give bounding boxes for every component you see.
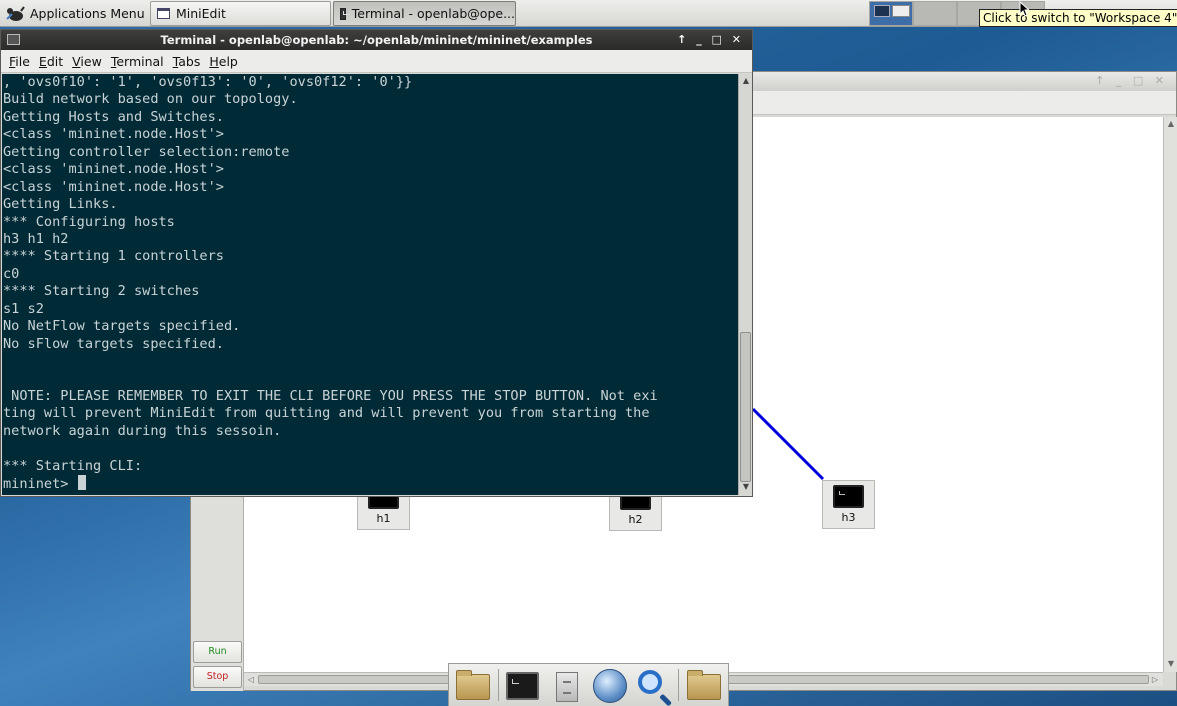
dock-file-manager[interactable] xyxy=(547,666,587,704)
scroll-down-icon[interactable]: ▼ xyxy=(1166,659,1176,669)
scroll-left-icon[interactable]: ◁ xyxy=(245,674,257,685)
menu-help[interactable]: Help xyxy=(209,54,238,69)
canvas-vertical-scrollbar[interactable]: ▲ ▼ xyxy=(1163,117,1177,672)
terminal-line: network again during this sessoin. xyxy=(3,422,282,439)
terminal-line: c0 xyxy=(3,265,20,282)
terminal-line: <class 'mininet.node.Host'> xyxy=(3,161,224,178)
menu-file[interactable]: File xyxy=(9,54,30,69)
host-icon xyxy=(833,485,864,508)
terminal-line: h3 h1 h2 xyxy=(3,230,69,247)
menu-terminal[interactable]: Terminal xyxy=(111,54,164,69)
terminal-line: *** Configuring hosts xyxy=(3,213,175,230)
applications-menu-button[interactable]: Applications Menu xyxy=(3,2,146,25)
scroll-down-icon[interactable]: ▼ xyxy=(741,482,751,492)
network-link[interactable] xyxy=(751,407,851,487)
dock-show-desktop[interactable] xyxy=(453,666,493,704)
home-folder-icon xyxy=(687,670,722,700)
dock-separator xyxy=(497,669,499,701)
terminal-icon xyxy=(340,7,350,20)
dock-search[interactable] xyxy=(634,666,674,704)
shell-prompt: mininet> xyxy=(3,476,77,493)
terminal-output[interactable]: , 'ovs0f10': '1', 'ovs0f13': '0', 'ovs0f… xyxy=(2,74,738,495)
window-icon xyxy=(157,8,170,19)
workspace-2[interactable] xyxy=(913,1,957,26)
terminal-line: No NetFlow targets specified. xyxy=(3,318,241,335)
bottom-dock xyxy=(448,663,729,706)
window-controls[interactable]: ↑ _ □ ✕ xyxy=(677,30,744,50)
taskbar-item-miniedit[interactable]: MiniEdit xyxy=(150,1,331,26)
menu-edit[interactable]: Edit xyxy=(39,54,63,69)
menu-tabs[interactable]: Tabs xyxy=(173,54,201,69)
search-icon xyxy=(637,670,662,694)
taskbar-item-label: MiniEdit xyxy=(176,6,226,21)
terminal-line: Build network based on our topology. xyxy=(3,91,298,108)
terminal-line: Getting Links. xyxy=(3,196,118,213)
terminal-line: **** Starting 2 switches xyxy=(3,283,200,300)
terminal-titlebar[interactable]: Terminal - openlab@openlab: ~/openlab/mi… xyxy=(1,30,752,50)
dock-web-browser[interactable] xyxy=(590,666,630,704)
applications-menu-label: Applications Menu xyxy=(30,6,145,21)
host-node-h3[interactable]: h3 xyxy=(822,480,875,529)
web-browser-icon xyxy=(593,669,628,703)
taskbar-item-terminal[interactable]: Terminal - openlab@ope... xyxy=(333,1,516,26)
run-button[interactable]: Run xyxy=(193,641,242,663)
terminal-line: **** Starting 1 controllers xyxy=(3,248,224,265)
terminal-line: *** Starting CLI: xyxy=(3,457,143,474)
terminal-prompt-line[interactable]: mininet> xyxy=(3,475,738,492)
host-label: h3 xyxy=(841,511,856,524)
top-panel: Applications Menu MiniEdit Terminal - op… xyxy=(0,0,1177,27)
scroll-up-icon[interactable]: ▲ xyxy=(1166,119,1176,129)
terminal-line: Getting controller selection:remote xyxy=(3,143,290,160)
terminal-line: <class 'mininet.node.Host'> xyxy=(3,126,224,143)
terminal-line: ting will prevent MiniEdit from quitting… xyxy=(3,405,650,422)
scroll-up-icon[interactable]: ▲ xyxy=(741,76,751,86)
terminal-line: No sFlow targets specified. xyxy=(3,335,224,352)
workspace-window-thumb xyxy=(874,5,890,17)
host-label: h2 xyxy=(628,513,643,526)
mouse-cursor-icon xyxy=(1019,1,1029,17)
link-line[interactable] xyxy=(751,407,825,481)
host-label: h1 xyxy=(376,512,391,525)
taskbar-item-label: Terminal - openlab@ope... xyxy=(351,6,515,21)
terminal-icon xyxy=(7,34,20,45)
terminal-icon xyxy=(506,672,540,700)
terminal-line: s1 s2 xyxy=(3,300,44,317)
terminal-scrollbar[interactable]: ▲ ▼ xyxy=(738,74,752,495)
stop-button[interactable]: Stop xyxy=(193,666,242,688)
dock-home-folder[interactable] xyxy=(684,666,724,704)
workspace-tooltip: Click to switch to "Workspace 4" xyxy=(979,9,1177,27)
workspace-window-thumb xyxy=(892,5,910,17)
terminal-window: Terminal - openlab@openlab: ~/openlab/mi… xyxy=(0,29,753,497)
window-controls[interactable]: ↑ _ □ ✕ xyxy=(1095,74,1168,87)
scroll-right-icon[interactable]: ▷ xyxy=(1149,674,1161,685)
scrollbar-thumb[interactable] xyxy=(740,332,751,482)
menu-view[interactable]: View xyxy=(72,54,102,69)
terminal-menubar: File Edit View Terminal Tabs Help xyxy=(1,50,752,73)
dock-terminal[interactable] xyxy=(503,666,543,704)
terminal-line: NOTE: PLEASE REMEMBER TO EXIT THE CLI BE… xyxy=(3,387,658,404)
workspace-1[interactable] xyxy=(869,1,913,26)
terminal-line: , 'ovs0f10': '1', 'ovs0f13': '0', 'ovs0f… xyxy=(3,74,413,90)
folder-icon xyxy=(456,670,490,700)
dock-separator xyxy=(678,669,680,701)
file-cabinet-icon xyxy=(555,672,578,702)
terminal-line: Getting Hosts and Switches. xyxy=(3,108,224,125)
terminal-title: Terminal - openlab@openlab: ~/openlab/mi… xyxy=(160,33,593,47)
text-cursor xyxy=(77,475,86,491)
xfce-mouse-icon xyxy=(6,5,25,21)
terminal-line: <class 'mininet.node.Host'> xyxy=(3,178,224,195)
